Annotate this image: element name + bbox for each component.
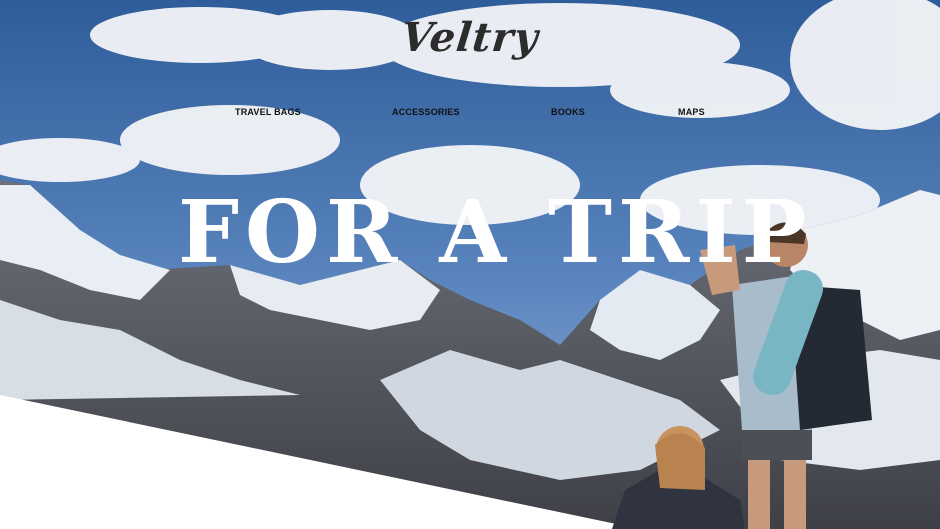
nav-item-books[interactable]: BOOKS — [551, 107, 585, 117]
hero-headline: FOR A TRIP — [178, 182, 813, 283]
hero-banner: Veltry TRAVEL BAGS ACCESSORIES BOOKS MAP… — [0, 0, 940, 529]
brand-logo[interactable]: Veltry — [0, 14, 940, 61]
nav-item-maps[interactable]: MAPS — [678, 107, 705, 117]
nav-item-travel-bags[interactable]: TRAVEL BAGS — [235, 107, 301, 117]
nav-item-accessories[interactable]: ACCESSORIES — [392, 107, 460, 117]
main-nav: TRAVEL BAGS ACCESSORIES BOOKS MAPS — [0, 107, 940, 121]
